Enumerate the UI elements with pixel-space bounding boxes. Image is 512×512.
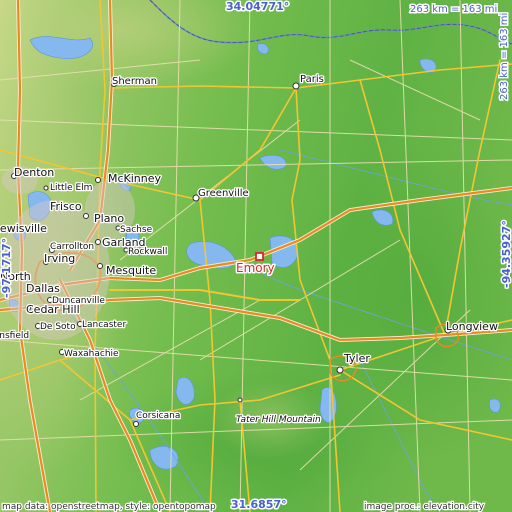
scale-top: 263 km = 163 mi bbox=[410, 4, 497, 15]
label-denton: Denton bbox=[14, 166, 54, 179]
label-little-elm: Little Elm bbox=[50, 183, 92, 193]
label-mckinney: McKinney bbox=[108, 172, 162, 185]
map-credit: map data: openstreetmap, style: opentopo… bbox=[2, 502, 216, 512]
label-plano: Plano bbox=[94, 212, 124, 225]
label-sachse: Sachse bbox=[120, 225, 153, 235]
label-lewisville: Lewisville bbox=[0, 222, 47, 235]
label-frisco: Frisco bbox=[50, 200, 82, 213]
label-rockwall: Rockwall bbox=[128, 247, 167, 257]
label-waxahachie: Waxahachie bbox=[64, 349, 119, 359]
label-mansfield: Mansfield bbox=[0, 331, 29, 341]
label-carrollton: Carrollton bbox=[50, 242, 94, 252]
lake-martin bbox=[489, 398, 501, 413]
coord-left: -97.1717° bbox=[0, 238, 13, 298]
scale-right: 263 km = 163 mi bbox=[499, 13, 510, 100]
label-lancaster: Lancaster bbox=[82, 320, 126, 330]
label-corsicana: Corsicana bbox=[136, 411, 180, 421]
topographic-map[interactable]: Sherman Paris Denton Little Elm McKinney… bbox=[0, 0, 512, 512]
label-irving: Irving bbox=[44, 252, 75, 265]
label-greenville: Greenville bbox=[198, 188, 249, 199]
coord-top: 34.04771° bbox=[226, 0, 289, 13]
label-mesquite: Mesquite bbox=[106, 264, 156, 277]
label-tater-hill: Tater Hill Mountain bbox=[236, 415, 321, 425]
image-credit: image proc.: elevation.city bbox=[364, 502, 485, 512]
label-sherman: Sherman bbox=[112, 76, 157, 87]
label-paris: Paris bbox=[300, 74, 324, 85]
label-longview: Longview bbox=[446, 320, 498, 333]
coord-bottom: 31.6857° bbox=[231, 498, 287, 511]
emory-marker[interactable] bbox=[255, 252, 264, 261]
coord-right: -94.35927° bbox=[500, 220, 512, 288]
label-emory[interactable]: Emory bbox=[235, 260, 277, 277]
label-cedar-hill: Cedar Hill bbox=[26, 303, 80, 316]
label-dallas: Dallas bbox=[26, 282, 60, 295]
label-tyler: Tyler bbox=[343, 352, 370, 365]
label-de-soto: De Soto bbox=[40, 322, 76, 332]
